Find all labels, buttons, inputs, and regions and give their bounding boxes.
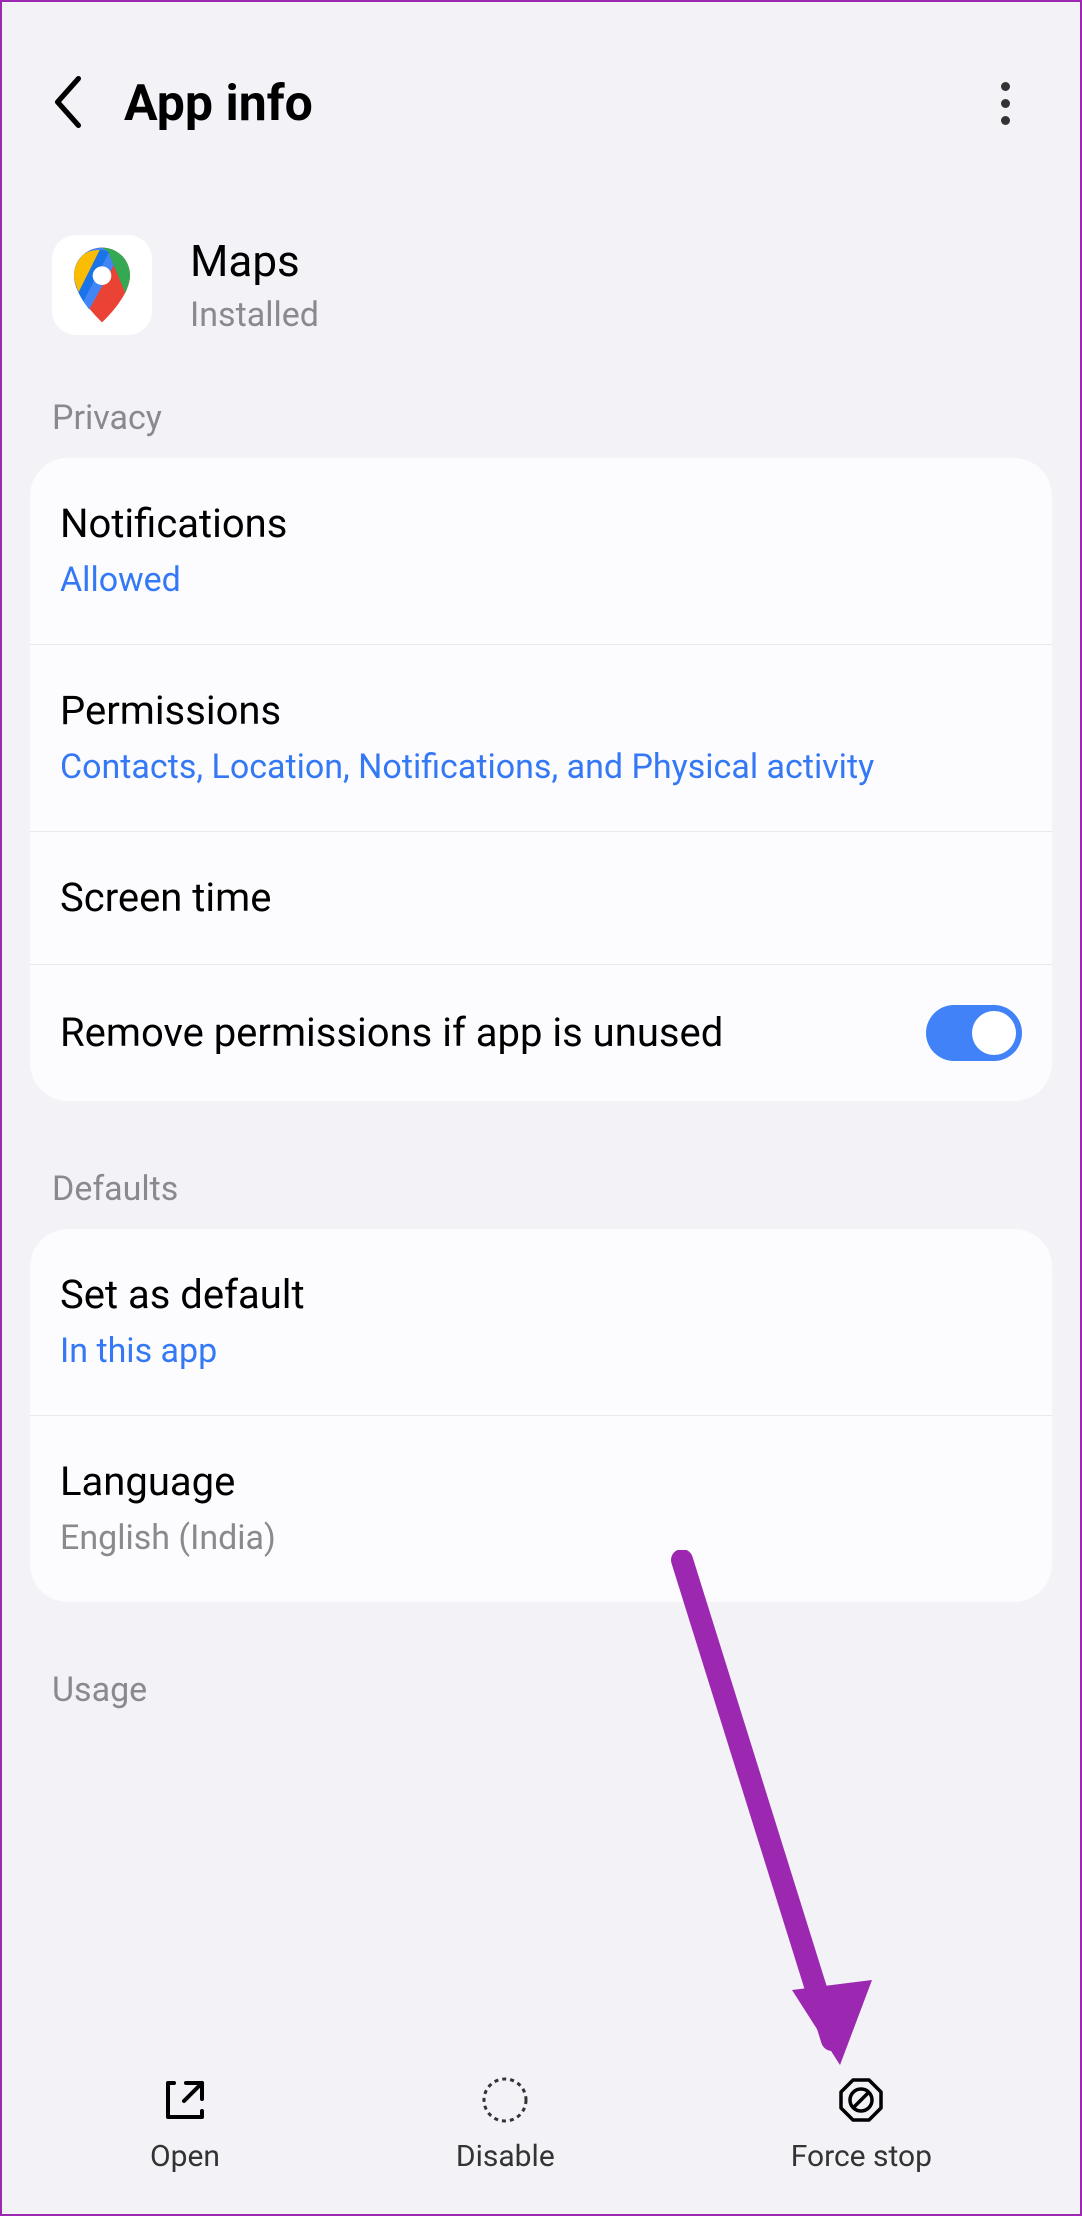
remove-permissions-row[interactable]: Remove permissions if app is unused xyxy=(30,965,1052,1101)
row-value: Allowed xyxy=(60,558,992,604)
row-title: Notifications xyxy=(60,498,992,550)
back-icon[interactable] xyxy=(52,76,84,132)
disable-button[interactable]: Disable xyxy=(456,2073,555,2174)
set-as-default-row[interactable]: Set as default In this app xyxy=(30,1229,1052,1416)
row-value: Contacts, Location, Notifications, and P… xyxy=(60,745,992,791)
bottom-label: Disable xyxy=(456,2139,555,2174)
privacy-card: Notifications Allowed Permissions Contac… xyxy=(30,458,1052,1101)
screen-time-row[interactable]: Screen time xyxy=(30,832,1052,965)
open-button[interactable]: Open xyxy=(150,2073,220,2174)
row-title: Permissions xyxy=(60,685,992,737)
bottom-label: Force stop xyxy=(791,2139,932,2174)
row-title: Set as default xyxy=(60,1269,992,1321)
remove-permissions-toggle[interactable] xyxy=(926,1005,1022,1061)
row-title: Remove permissions if app is unused xyxy=(60,1007,896,1059)
row-title: Screen time xyxy=(60,872,992,924)
section-label-privacy: Privacy xyxy=(2,380,1080,458)
app-status: Installed xyxy=(190,295,319,335)
maps-app-icon xyxy=(52,235,152,335)
open-icon xyxy=(160,2073,210,2127)
header-bar: App info xyxy=(2,2,1080,185)
app-header: Maps Installed xyxy=(2,185,1080,380)
section-label-usage: Usage xyxy=(2,1652,1080,1730)
app-name: Maps xyxy=(190,235,319,287)
defaults-card: Set as default In this app Language Engl… xyxy=(30,1229,1052,1602)
row-title: Language xyxy=(60,1456,992,1508)
language-row[interactable]: Language English (India) xyxy=(30,1416,1052,1602)
disable-icon xyxy=(480,2073,530,2127)
section-label-defaults: Defaults xyxy=(2,1151,1080,1229)
more-icon[interactable] xyxy=(981,72,1030,135)
force-stop-icon xyxy=(836,2073,886,2127)
page-title: App info xyxy=(124,75,313,133)
permissions-row[interactable]: Permissions Contacts, Location, Notifica… xyxy=(30,645,1052,832)
bottom-bar: Open Disable Force stop xyxy=(2,2043,1080,2194)
row-value: English (India) xyxy=(60,1516,992,1562)
force-stop-button[interactable]: Force stop xyxy=(791,2073,932,2174)
bottom-label: Open xyxy=(150,2139,220,2174)
row-value: In this app xyxy=(60,1329,992,1375)
notifications-row[interactable]: Notifications Allowed xyxy=(30,458,1052,645)
